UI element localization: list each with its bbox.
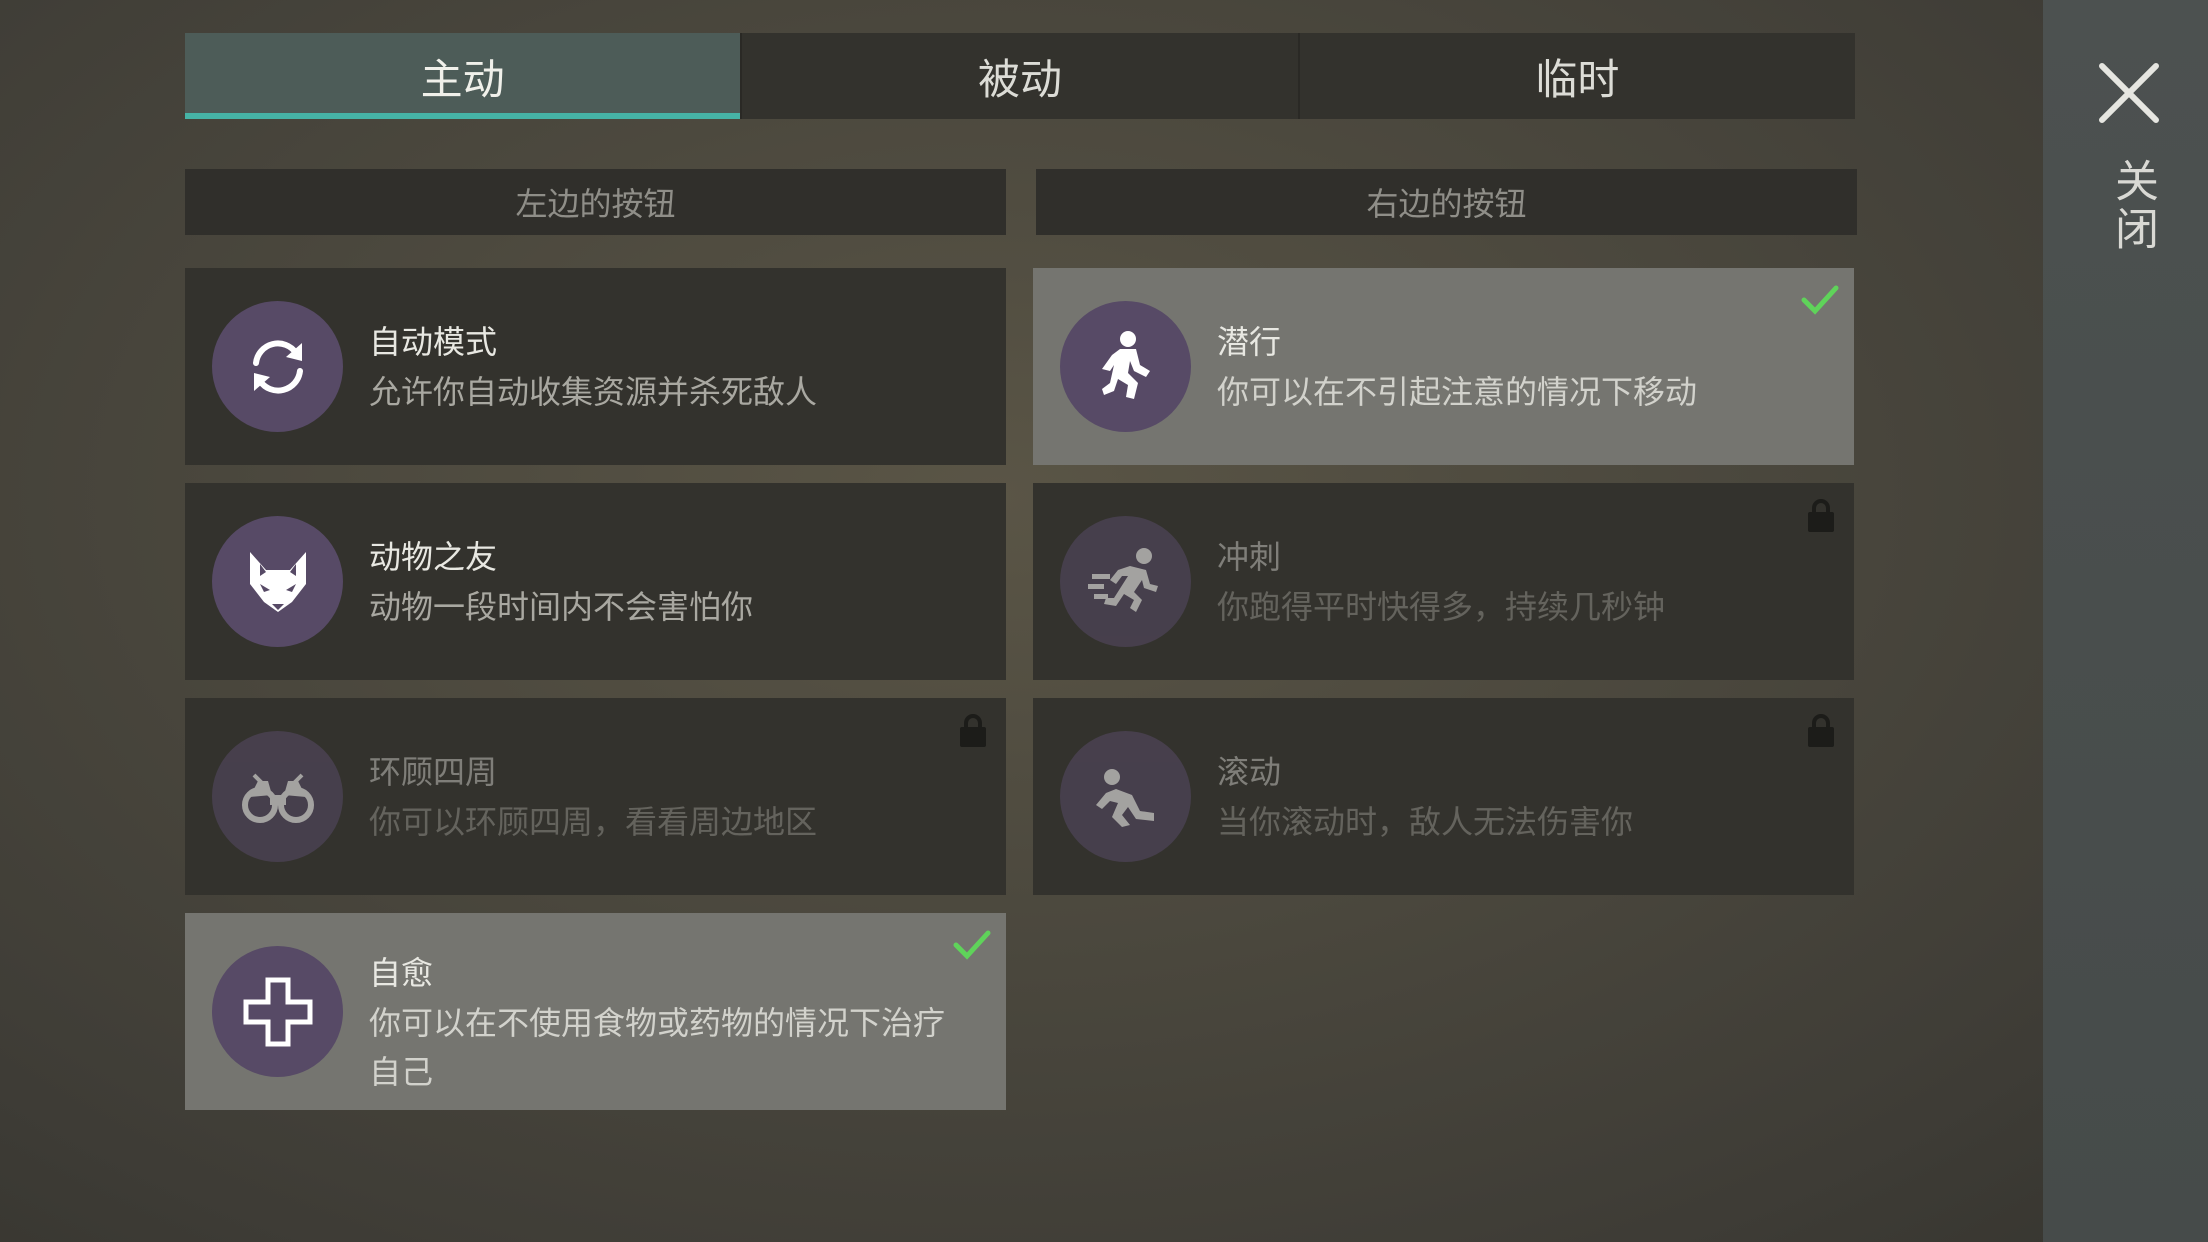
lock-icon [960,714,986,747]
lock-icon [1808,499,1834,532]
skill-card-look-around[interactable]: 环顾四周 你可以环顾四周，看看周边地区 [185,698,1006,895]
skill-description: 你可以环顾四周，看看周边地区 [369,803,818,841]
lock-icon [1808,714,1834,747]
skill-description: 你跑得平时快得多，持续几秒钟 [1217,588,1666,626]
skill-description: 允许你自动收集资源并杀死敌人 [369,373,818,411]
skill-title: 冲刺 [1217,538,1282,576]
skill-text: 环顾四周 你可以环顾四周，看看周边地区 [369,750,946,847]
skill-text: 自动模式 允许你自动收集资源并杀死敌人 [369,320,946,417]
skill-card-stealth[interactable]: 潜行 你可以在不引起注意的情况下移动 [1033,268,1854,465]
skill-text: 潜行 你可以在不引起注意的情况下移动 [1217,320,1794,417]
skill-title: 自动模式 [369,323,498,361]
skill-title: 动物之友 [369,538,498,576]
fox-icon [212,516,343,647]
skill-title: 自愈 [369,954,434,992]
skill-title: 环顾四周 [369,753,498,791]
left-button-header: 左边的按钮 [185,169,1006,235]
crouch-icon [1060,301,1191,432]
plus-icon [212,946,343,1077]
tab-passive-skills[interactable]: 被动 [742,33,1300,119]
checkmark-icon [1801,285,1839,315]
skill-card-roll[interactable]: 滚动 当你滚动时，敌人无法伤害你 [1033,698,1854,895]
skill-description: 你可以在不使用食物或药物的情况下治疗自己 [369,1004,946,1091]
skill-text: 冲刺 你跑得平时快得多，持续几秒钟 [1217,535,1794,632]
skill-card-sprint[interactable]: 冲刺 你跑得平时快得多，持续几秒钟 [1033,483,1854,680]
refresh-icon [212,301,343,432]
skill-description: 当你滚动时，敌人无法伤害你 [1217,803,1634,841]
skill-card-auto-mode[interactable]: 自动模式 允许你自动收集资源并杀死敌人 [185,268,1006,465]
binoculars-icon [212,731,343,862]
skill-title: 滚动 [1217,753,1282,791]
skill-tabs: 主动 被动 临时 [185,33,1855,119]
checkmark-icon [953,930,991,960]
close-label[interactable]: 关闭 [2098,158,2158,254]
skill-description: 你可以在不引起注意的情况下移动 [1217,373,1698,411]
right-button-header: 右边的按钮 [1036,169,1857,235]
skill-card-self-heal[interactable]: 自愈 你可以在不使用食物或药物的情况下治疗自己 [185,913,1006,1110]
skill-text: 动物之友 动物一段时间内不会害怕你 [369,535,946,632]
skill-text: 滚动 当你滚动时，敌人无法伤害你 [1217,750,1794,847]
tab-temporary-skills[interactable]: 临时 [1299,33,1855,119]
close-icon[interactable] [2094,58,2164,128]
skill-title: 潜行 [1217,323,1282,361]
tab-active-skills[interactable]: 主动 [185,33,743,119]
skill-text: 自愈 你可以在不使用食物或药物的情况下治疗自己 [369,951,946,1097]
skill-description: 动物一段时间内不会害怕你 [369,588,754,626]
roll-icon [1060,731,1191,862]
skill-card-animal-friend[interactable]: 动物之友 动物一段时间内不会害怕你 [185,483,1006,680]
sprint-icon [1060,516,1191,647]
